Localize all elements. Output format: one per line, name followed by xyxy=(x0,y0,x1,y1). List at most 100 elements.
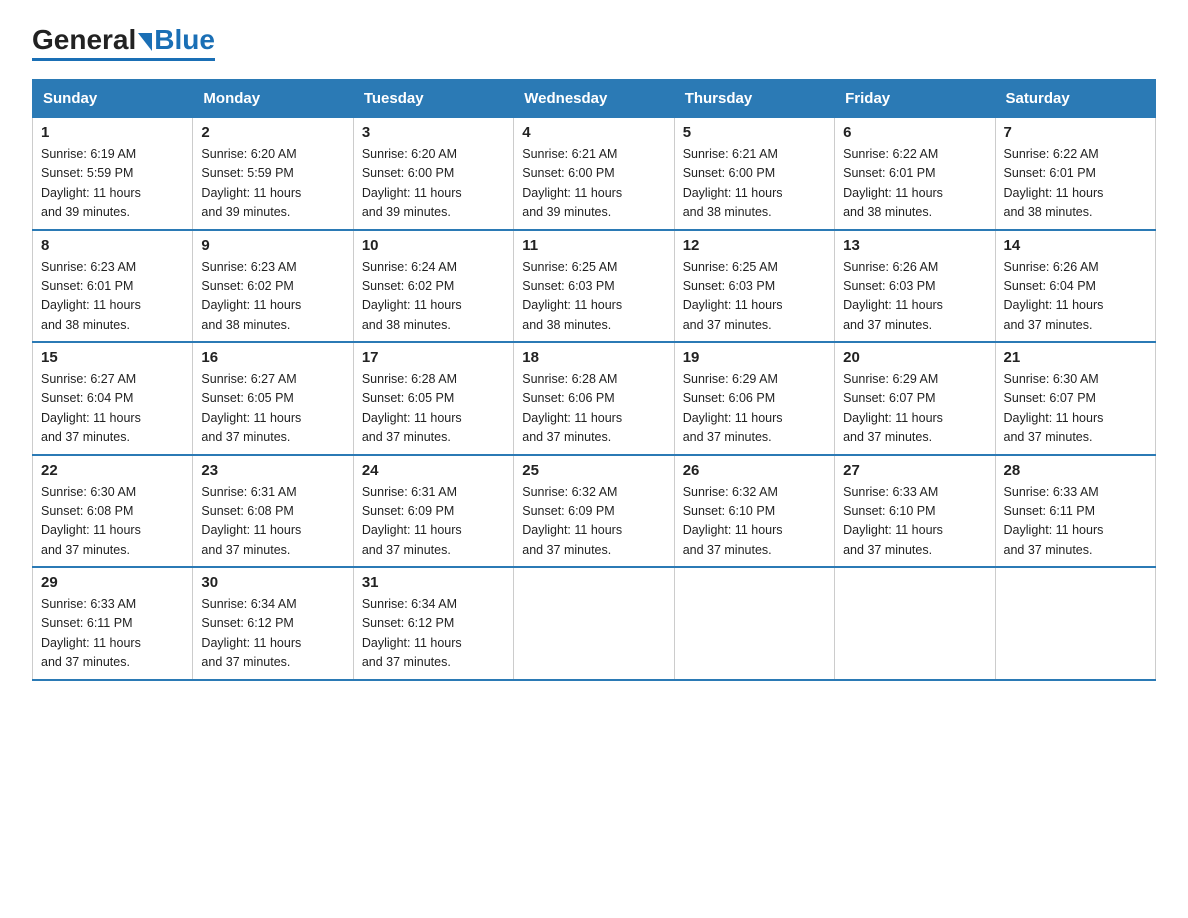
header-friday: Friday xyxy=(835,80,995,118)
day-number: 23 xyxy=(201,462,344,479)
calendar-day-cell: 17 Sunrise: 6:28 AMSunset: 6:05 PMDaylig… xyxy=(353,342,513,455)
day-info: Sunrise: 6:23 AMSunset: 6:02 PMDaylight:… xyxy=(201,258,344,336)
logo: General Blue xyxy=(32,24,215,61)
day-number: 30 xyxy=(201,574,344,591)
calendar-day-cell: 2 Sunrise: 6:20 AMSunset: 5:59 PMDayligh… xyxy=(193,118,353,230)
calendar-day-cell: 9 Sunrise: 6:23 AMSunset: 6:02 PMDayligh… xyxy=(193,230,353,343)
day-info: Sunrise: 6:34 AMSunset: 6:12 PMDaylight:… xyxy=(362,595,505,673)
header-tuesday: Tuesday xyxy=(353,80,513,118)
calendar-body: 1 Sunrise: 6:19 AMSunset: 5:59 PMDayligh… xyxy=(33,118,1156,680)
day-info: Sunrise: 6:33 AMSunset: 6:11 PMDaylight:… xyxy=(1004,483,1147,561)
day-info: Sunrise: 6:30 AMSunset: 6:08 PMDaylight:… xyxy=(41,483,184,561)
day-info: Sunrise: 6:21 AMSunset: 6:00 PMDaylight:… xyxy=(683,145,826,223)
day-number: 6 xyxy=(843,124,986,141)
day-number: 13 xyxy=(843,237,986,254)
calendar-day-cell: 25 Sunrise: 6:32 AMSunset: 6:09 PMDaylig… xyxy=(514,455,674,568)
day-number: 29 xyxy=(41,574,184,591)
day-number: 16 xyxy=(201,349,344,366)
day-info: Sunrise: 6:32 AMSunset: 6:10 PMDaylight:… xyxy=(683,483,826,561)
day-number: 25 xyxy=(522,462,665,479)
calendar-week-row: 15 Sunrise: 6:27 AMSunset: 6:04 PMDaylig… xyxy=(33,342,1156,455)
day-number: 22 xyxy=(41,462,184,479)
calendar-week-row: 22 Sunrise: 6:30 AMSunset: 6:08 PMDaylig… xyxy=(33,455,1156,568)
calendar-day-cell: 3 Sunrise: 6:20 AMSunset: 6:00 PMDayligh… xyxy=(353,118,513,230)
day-info: Sunrise: 6:28 AMSunset: 6:06 PMDaylight:… xyxy=(522,370,665,448)
day-info: Sunrise: 6:30 AMSunset: 6:07 PMDaylight:… xyxy=(1004,370,1147,448)
calendar-day-cell: 23 Sunrise: 6:31 AMSunset: 6:08 PMDaylig… xyxy=(193,455,353,568)
day-number: 9 xyxy=(201,237,344,254)
calendar-day-cell: 20 Sunrise: 6:29 AMSunset: 6:07 PMDaylig… xyxy=(835,342,995,455)
calendar-day-cell: 7 Sunrise: 6:22 AMSunset: 6:01 PMDayligh… xyxy=(995,118,1155,230)
calendar-day-cell: 19 Sunrise: 6:29 AMSunset: 6:06 PMDaylig… xyxy=(674,342,834,455)
calendar-day-cell: 26 Sunrise: 6:32 AMSunset: 6:10 PMDaylig… xyxy=(674,455,834,568)
day-number: 21 xyxy=(1004,349,1147,366)
day-number: 14 xyxy=(1004,237,1147,254)
day-info: Sunrise: 6:20 AMSunset: 5:59 PMDaylight:… xyxy=(201,145,344,223)
calendar-day-cell: 5 Sunrise: 6:21 AMSunset: 6:00 PMDayligh… xyxy=(674,118,834,230)
calendar-day-cell: 15 Sunrise: 6:27 AMSunset: 6:04 PMDaylig… xyxy=(33,342,193,455)
day-info: Sunrise: 6:33 AMSunset: 6:11 PMDaylight:… xyxy=(41,595,184,673)
day-number: 28 xyxy=(1004,462,1147,479)
calendar-day-cell xyxy=(995,567,1155,680)
day-number: 31 xyxy=(362,574,505,591)
header-wednesday: Wednesday xyxy=(514,80,674,118)
day-info: Sunrise: 6:20 AMSunset: 6:00 PMDaylight:… xyxy=(362,145,505,223)
calendar-week-row: 1 Sunrise: 6:19 AMSunset: 5:59 PMDayligh… xyxy=(33,118,1156,230)
logo-underline xyxy=(32,58,215,61)
calendar-day-cell: 21 Sunrise: 6:30 AMSunset: 6:07 PMDaylig… xyxy=(995,342,1155,455)
day-number: 11 xyxy=(522,237,665,254)
day-number: 18 xyxy=(522,349,665,366)
day-number: 4 xyxy=(522,124,665,141)
calendar-day-cell: 27 Sunrise: 6:33 AMSunset: 6:10 PMDaylig… xyxy=(835,455,995,568)
calendar-week-row: 8 Sunrise: 6:23 AMSunset: 6:01 PMDayligh… xyxy=(33,230,1156,343)
day-info: Sunrise: 6:29 AMSunset: 6:06 PMDaylight:… xyxy=(683,370,826,448)
day-number: 19 xyxy=(683,349,826,366)
header-thursday: Thursday xyxy=(674,80,834,118)
calendar-table: Sunday Monday Tuesday Wednesday Thursday… xyxy=(32,79,1156,681)
calendar-day-cell xyxy=(835,567,995,680)
page-header: General Blue xyxy=(32,24,1156,61)
weekday-header-row: Sunday Monday Tuesday Wednesday Thursday… xyxy=(33,80,1156,118)
calendar-day-cell: 10 Sunrise: 6:24 AMSunset: 6:02 PMDaylig… xyxy=(353,230,513,343)
day-number: 7 xyxy=(1004,124,1147,141)
calendar-day-cell: 28 Sunrise: 6:33 AMSunset: 6:11 PMDaylig… xyxy=(995,455,1155,568)
day-info: Sunrise: 6:27 AMSunset: 6:04 PMDaylight:… xyxy=(41,370,184,448)
day-info: Sunrise: 6:31 AMSunset: 6:09 PMDaylight:… xyxy=(362,483,505,561)
logo-triangle-icon xyxy=(138,33,152,51)
calendar-day-cell: 22 Sunrise: 6:30 AMSunset: 6:08 PMDaylig… xyxy=(33,455,193,568)
day-info: Sunrise: 6:22 AMSunset: 6:01 PMDaylight:… xyxy=(1004,145,1147,223)
header-monday: Monday xyxy=(193,80,353,118)
day-info: Sunrise: 6:25 AMSunset: 6:03 PMDaylight:… xyxy=(522,258,665,336)
day-info: Sunrise: 6:34 AMSunset: 6:12 PMDaylight:… xyxy=(201,595,344,673)
day-number: 17 xyxy=(362,349,505,366)
day-info: Sunrise: 6:24 AMSunset: 6:02 PMDaylight:… xyxy=(362,258,505,336)
day-info: Sunrise: 6:21 AMSunset: 6:00 PMDaylight:… xyxy=(522,145,665,223)
calendar-day-cell: 8 Sunrise: 6:23 AMSunset: 6:01 PMDayligh… xyxy=(33,230,193,343)
header-saturday: Saturday xyxy=(995,80,1155,118)
calendar-day-cell: 11 Sunrise: 6:25 AMSunset: 6:03 PMDaylig… xyxy=(514,230,674,343)
day-number: 10 xyxy=(362,237,505,254)
calendar-day-cell: 4 Sunrise: 6:21 AMSunset: 6:00 PMDayligh… xyxy=(514,118,674,230)
day-info: Sunrise: 6:33 AMSunset: 6:10 PMDaylight:… xyxy=(843,483,986,561)
calendar-day-cell: 1 Sunrise: 6:19 AMSunset: 5:59 PMDayligh… xyxy=(33,118,193,230)
day-info: Sunrise: 6:26 AMSunset: 6:04 PMDaylight:… xyxy=(1004,258,1147,336)
calendar-day-cell xyxy=(674,567,834,680)
calendar-day-cell: 24 Sunrise: 6:31 AMSunset: 6:09 PMDaylig… xyxy=(353,455,513,568)
day-info: Sunrise: 6:23 AMSunset: 6:01 PMDaylight:… xyxy=(41,258,184,336)
day-info: Sunrise: 6:26 AMSunset: 6:03 PMDaylight:… xyxy=(843,258,986,336)
header-sunday: Sunday xyxy=(33,80,193,118)
day-info: Sunrise: 6:32 AMSunset: 6:09 PMDaylight:… xyxy=(522,483,665,561)
day-number: 12 xyxy=(683,237,826,254)
logo-blue-text: Blue xyxy=(154,24,215,56)
calendar-day-cell: 13 Sunrise: 6:26 AMSunset: 6:03 PMDaylig… xyxy=(835,230,995,343)
day-number: 27 xyxy=(843,462,986,479)
calendar-day-cell: 29 Sunrise: 6:33 AMSunset: 6:11 PMDaylig… xyxy=(33,567,193,680)
calendar-day-cell: 12 Sunrise: 6:25 AMSunset: 6:03 PMDaylig… xyxy=(674,230,834,343)
day-info: Sunrise: 6:28 AMSunset: 6:05 PMDaylight:… xyxy=(362,370,505,448)
day-info: Sunrise: 6:22 AMSunset: 6:01 PMDaylight:… xyxy=(843,145,986,223)
day-info: Sunrise: 6:27 AMSunset: 6:05 PMDaylight:… xyxy=(201,370,344,448)
day-number: 3 xyxy=(362,124,505,141)
day-number: 26 xyxy=(683,462,826,479)
calendar-day-cell: 16 Sunrise: 6:27 AMSunset: 6:05 PMDaylig… xyxy=(193,342,353,455)
calendar-day-cell: 6 Sunrise: 6:22 AMSunset: 6:01 PMDayligh… xyxy=(835,118,995,230)
